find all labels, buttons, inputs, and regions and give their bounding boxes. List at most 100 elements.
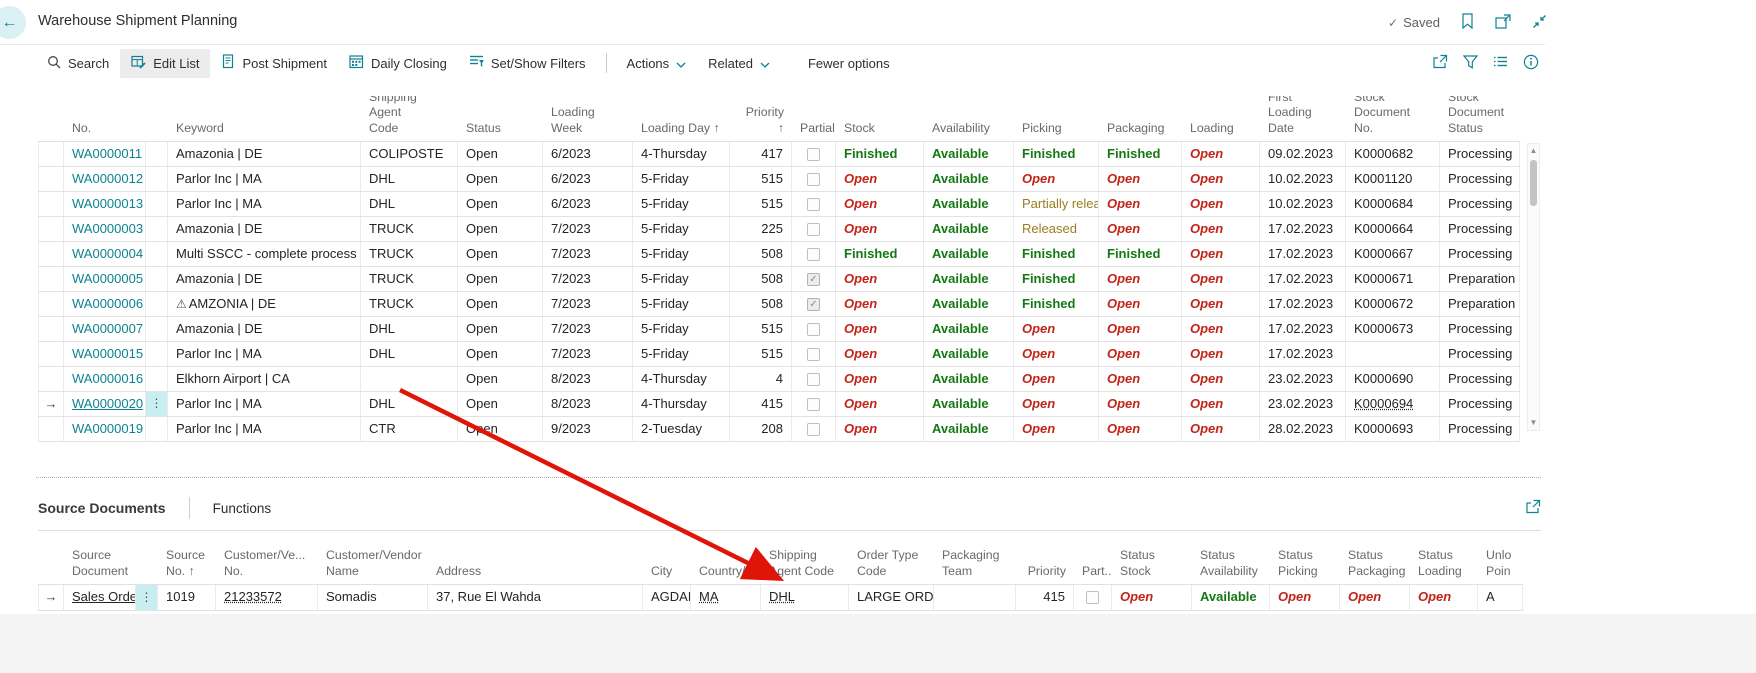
record-link[interactable]: WA0000004 <box>72 246 143 261</box>
set-show-filters-button[interactable]: Set/Show Filters <box>458 49 597 78</box>
pane-splitter[interactable] <box>36 477 1541 478</box>
partial-checkbox[interactable] <box>807 398 820 411</box>
col-header-priority[interactable]: Priority <box>1016 533 1074 584</box>
table-row[interactable]: WA0000013Parlor Inc | MADHLOpen6/20235-F… <box>38 192 1520 217</box>
cell-link[interactable]: Sales Order <box>72 589 136 604</box>
table-row[interactable]: WA0000012Parlor Inc | MADHLOpen6/20235-F… <box>38 167 1520 192</box>
col-header-stock[interactable]: Stock <box>836 96 924 141</box>
cell-link[interactable]: K0000694 <box>1354 396 1413 411</box>
partial-checkbox[interactable] <box>807 223 820 236</box>
open-in-new-window-button[interactable] <box>1495 14 1511 32</box>
col-header-status[interactable]: Status <box>458 96 543 141</box>
partial-checkbox[interactable] <box>807 198 820 211</box>
share-button[interactable] <box>1432 54 1448 72</box>
bookmark-button[interactable] <box>1461 13 1474 32</box>
record-link[interactable]: WA0000006 <box>72 296 143 311</box>
partial-checkbox[interactable] <box>807 423 820 436</box>
record-link[interactable]: WA0000007 <box>72 321 143 336</box>
scroll-down-arrow[interactable]: ▼ <box>1528 417 1539 429</box>
col-header-rowmark[interactable] <box>38 96 64 141</box>
col-header-srcdoc[interactable]: Source Document <box>64 533 136 584</box>
record-link[interactable]: WA0000005 <box>72 271 143 286</box>
info-button[interactable] <box>1523 54 1539 73</box>
table-row[interactable]: →WA0000020⋮Parlor Inc | MADHLOpen8/20234… <box>38 392 1520 417</box>
col-header-unload[interactable]: Unlo Poin <box>1478 533 1523 584</box>
col-header-loading[interactable]: Loading <box>1182 96 1260 141</box>
table-row[interactable]: WA0000005Amazonia | DETRUCKOpen7/20235-F… <box>38 267 1520 292</box>
partial-checkbox[interactable] <box>807 373 820 386</box>
col-header-rowmark[interactable] <box>38 533 64 584</box>
collapse-button[interactable] <box>1532 14 1547 32</box>
table-row[interactable]: WA0000015Parlor Inc | MADHLOpen7/20235-F… <box>38 342 1520 367</box>
partial-checkbox[interactable] <box>807 173 820 186</box>
col-header-custno[interactable]: Customer/Ve... No. <box>216 533 318 584</box>
col-header-ordertype[interactable]: Order Type Code <box>849 533 934 584</box>
row-kebab-menu[interactable]: ⋮ <box>136 585 158 610</box>
col-header-availability[interactable]: Availability <box>924 96 1014 141</box>
cell-link[interactable]: MA <box>699 589 719 604</box>
cell-link[interactable]: WA0000020 <box>72 396 143 411</box>
actions-menu-button[interactable]: Actions <box>616 49 698 78</box>
table-row[interactable]: WA0000016Elkhorn Airport | CAOpen8/20234… <box>38 367 1520 392</box>
record-link[interactable]: WA0000015 <box>72 346 143 361</box>
daily-closing-button[interactable]: Daily Closing <box>338 49 458 78</box>
col-header-statload[interactable]: Status Loading <box>1410 533 1478 584</box>
col-header-firstdate[interactable]: First Loading Date <box>1260 96 1346 141</box>
col-header-packteam[interactable]: Packaging Team <box>934 533 1016 584</box>
scrollbar-thumb[interactable] <box>1530 160 1537 206</box>
partial-checkbox[interactable] <box>807 323 820 336</box>
col-header-no[interactable]: No. <box>64 96 146 141</box>
table-row[interactable]: →Sales Order⋮101921233572Somadis37, Rue … <box>38 585 1523 611</box>
col-header-partial[interactable]: Partial <box>792 96 836 141</box>
col-header-day[interactable]: Loading Day ↑ <box>633 96 730 141</box>
related-menu-button[interactable]: Related <box>697 49 781 78</box>
record-link[interactable]: WA0000012 <box>72 171 143 186</box>
col-header-stockstatus[interactable]: Stock Document Status <box>1440 96 1520 141</box>
partial-checkbox[interactable] <box>807 348 820 361</box>
partial-checkbox[interactable] <box>807 148 820 161</box>
back-button[interactable]: ← <box>0 6 26 39</box>
col-header-statavail[interactable]: Status Availability <box>1192 533 1270 584</box>
edit-list-button[interactable]: Edit List <box>120 49 210 78</box>
col-header-keyword[interactable]: Keyword <box>168 96 361 141</box>
col-header-city[interactable]: City <box>643 533 691 584</box>
col-header-custname[interactable]: Customer/Vendor Name <box>318 533 428 584</box>
search-button[interactable]: Search <box>36 49 120 78</box>
fewer-options-button[interactable]: Fewer options <box>797 49 901 78</box>
col-header-week[interactable]: Loading Week <box>543 96 633 141</box>
choose-columns-button[interactable] <box>1493 55 1508 71</box>
col-header-statpick[interactable]: Status Picking <box>1270 533 1340 584</box>
vertical-scrollbar[interactable]: ▲ ▼ <box>1527 143 1540 431</box>
record-link[interactable]: WA0000019 <box>72 421 143 436</box>
table-row[interactable]: WA0000011Amazonia | DECOLIPOSTEOpen6/202… <box>38 142 1520 167</box>
record-link[interactable]: WA0000011 <box>72 146 142 161</box>
col-header-address[interactable]: Address <box>428 533 643 584</box>
col-header-dots[interactable] <box>136 533 158 584</box>
col-header-priority[interactable]: Priority ↑ <box>730 96 792 141</box>
col-header-agent[interactable]: Shipping Agent Code <box>761 533 849 584</box>
col-header-stockdoc[interactable]: Stock Document No. <box>1346 96 1440 141</box>
col-header-srcno[interactable]: Source No. ↑ <box>158 533 216 584</box>
source-share-button[interactable] <box>1525 499 1541 517</box>
col-header-picking[interactable]: Picking <box>1014 96 1099 141</box>
col-header-statpack[interactable]: Status Packaging <box>1340 533 1410 584</box>
record-link[interactable]: WA0000016 <box>72 371 143 386</box>
col-header-dots[interactable] <box>146 96 168 141</box>
col-header-part[interactable]: Part... <box>1074 533 1112 584</box>
table-row[interactable]: WA0000007Amazonia | DEDHLOpen7/20235-Fri… <box>38 317 1520 342</box>
col-header-packaging[interactable]: Packaging <box>1099 96 1182 141</box>
col-header-country[interactable]: Country/Regi... <box>691 533 761 584</box>
record-link[interactable]: WA0000013 <box>72 196 143 211</box>
filter-button[interactable] <box>1463 55 1478 72</box>
partial-checkbox[interactable]: ✓ <box>807 273 820 286</box>
table-row[interactable]: WA0000019Parlor Inc | MACTROpen9/20232-T… <box>38 417 1520 442</box>
table-row[interactable]: WA0000004Multi SSCC - complete process c… <box>38 242 1520 267</box>
cell-link[interactable]: 21233572 <box>224 589 282 604</box>
post-shipment-button[interactable]: Post Shipment <box>210 49 338 78</box>
functions-menu-button[interactable]: Functions <box>213 501 272 516</box>
col-header-statstock[interactable]: Status Stock <box>1112 533 1192 584</box>
col-header-agent[interactable]: Shipping Agent Code <box>361 96 458 141</box>
table-row[interactable]: WA0000006⚠AMZONIA | DETRUCKOpen7/20235-F… <box>38 292 1520 317</box>
part-checkbox[interactable] <box>1086 591 1099 604</box>
partial-checkbox[interactable]: ✓ <box>807 298 820 311</box>
